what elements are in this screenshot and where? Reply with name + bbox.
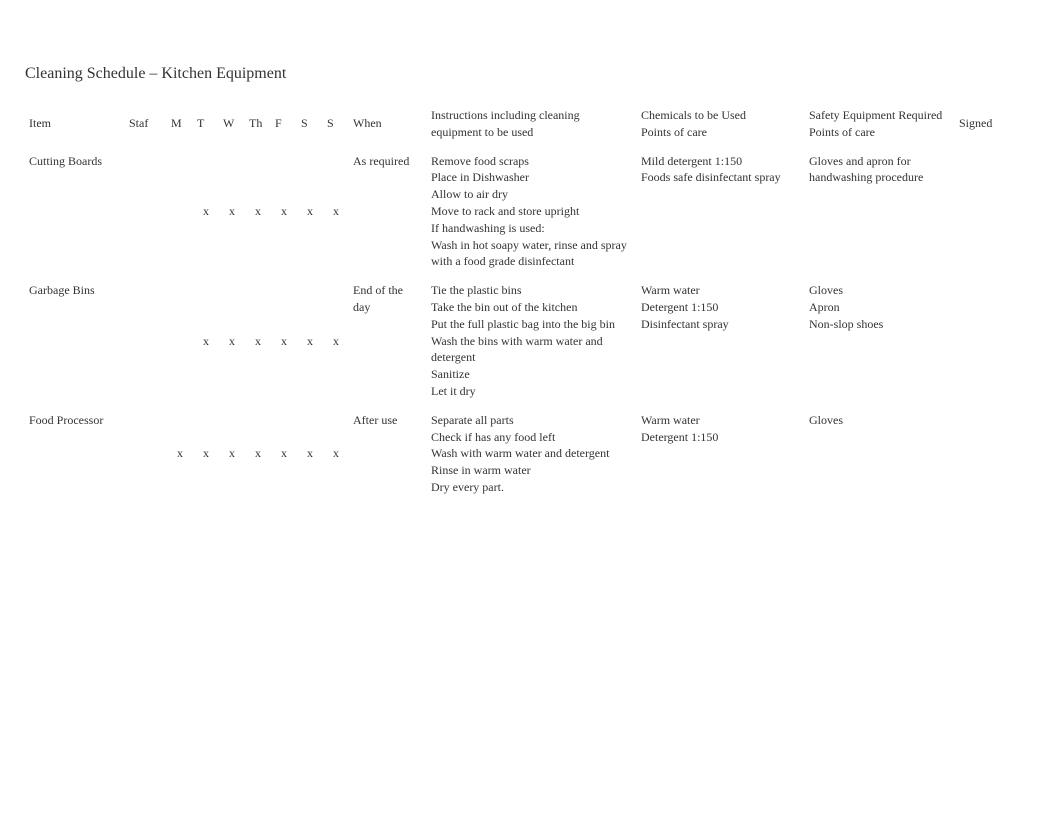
cell-day-f: x: [271, 149, 297, 277]
cell-item: Garbage Bins: [25, 278, 125, 406]
cell-signed: [955, 408, 1040, 502]
header-item: Item: [25, 103, 125, 147]
cleaning-schedule-table: Item Staf M T W Th F S S When Instructio…: [25, 101, 1040, 504]
cell-day-t: x: [193, 408, 219, 502]
cell-when: As required: [349, 149, 427, 277]
cell-item: Food Processor: [25, 408, 125, 502]
cell-day-m: [167, 149, 193, 277]
cell-day-f: x: [271, 408, 297, 502]
cell-instructions: Tie the plastic binsTake the bin out of …: [427, 278, 637, 406]
cell-day-s1: x: [297, 278, 323, 406]
header-th: Th: [245, 103, 271, 147]
table-row: Food Processor x x x x x x x After use S…: [25, 408, 1040, 502]
cell-day-f: x: [271, 278, 297, 406]
cell-day-m: [167, 278, 193, 406]
cell-instructions: Separate all partsCheck if has any food …: [427, 408, 637, 502]
cell-instructions: Remove food scrapsPlace in DishwasherAll…: [427, 149, 637, 277]
header-signed: Signed: [955, 103, 1040, 147]
header-when: When: [349, 103, 427, 147]
page-title: Cleaning Schedule – Kitchen Equipment: [25, 65, 1062, 83]
header-m: M: [167, 103, 193, 147]
cell-safety: GlovesApronNon-slop shoes: [805, 278, 955, 406]
table-header-row: Item Staf M T W Th F S S When Instructio…: [25, 103, 1040, 147]
cell-day-t: x: [193, 278, 219, 406]
cell-chemicals: Warm waterDetergent 1:150Disinfectant sp…: [637, 278, 805, 406]
header-staf: Staf: [125, 103, 167, 147]
header-w: W: [219, 103, 245, 147]
cell-day-w: x: [219, 408, 245, 502]
cell-day-w: x: [219, 278, 245, 406]
cell-day-s2: x: [323, 278, 349, 406]
header-safety: Safety Equipment RequiredPoints of care: [805, 103, 955, 147]
cell-signed: [955, 278, 1040, 406]
header-instructions: Instructions including cleaning equipmen…: [427, 103, 637, 147]
cell-signed: [955, 149, 1040, 277]
table-row: Garbage Bins x x x x x x End of the day …: [25, 278, 1040, 406]
table-row: Cutting Boards x x x x x x As required R…: [25, 149, 1040, 277]
cell-day-s1: x: [297, 408, 323, 502]
cell-item: Cutting Boards: [25, 149, 125, 277]
cell-day-th: x: [245, 408, 271, 502]
cell-day-th: x: [245, 278, 271, 406]
cell-day-s2: x: [323, 149, 349, 277]
cell-staf: [125, 408, 167, 502]
header-s2: S: [323, 103, 349, 147]
header-s1: S: [297, 103, 323, 147]
cell-when: After use: [349, 408, 427, 502]
cell-chemicals: Mild detergent 1:150Foods safe disinfect…: [637, 149, 805, 277]
cell-when: End of the day: [349, 278, 427, 406]
cell-day-th: x: [245, 149, 271, 277]
cell-safety: Gloves and apron for handwashing procedu…: [805, 149, 955, 277]
cell-safety: Gloves: [805, 408, 955, 502]
header-t: T: [193, 103, 219, 147]
cell-staf: [125, 149, 167, 277]
cell-staf: [125, 278, 167, 406]
cell-day-w: x: [219, 149, 245, 277]
cell-day-s1: x: [297, 149, 323, 277]
cell-day-t: x: [193, 149, 219, 277]
cell-day-s2: x: [323, 408, 349, 502]
cell-chemicals: Warm waterDetergent 1:150: [637, 408, 805, 502]
header-f: F: [271, 103, 297, 147]
cell-day-m: x: [167, 408, 193, 502]
header-chemicals: Chemicals to be UsedPoints of care: [637, 103, 805, 147]
